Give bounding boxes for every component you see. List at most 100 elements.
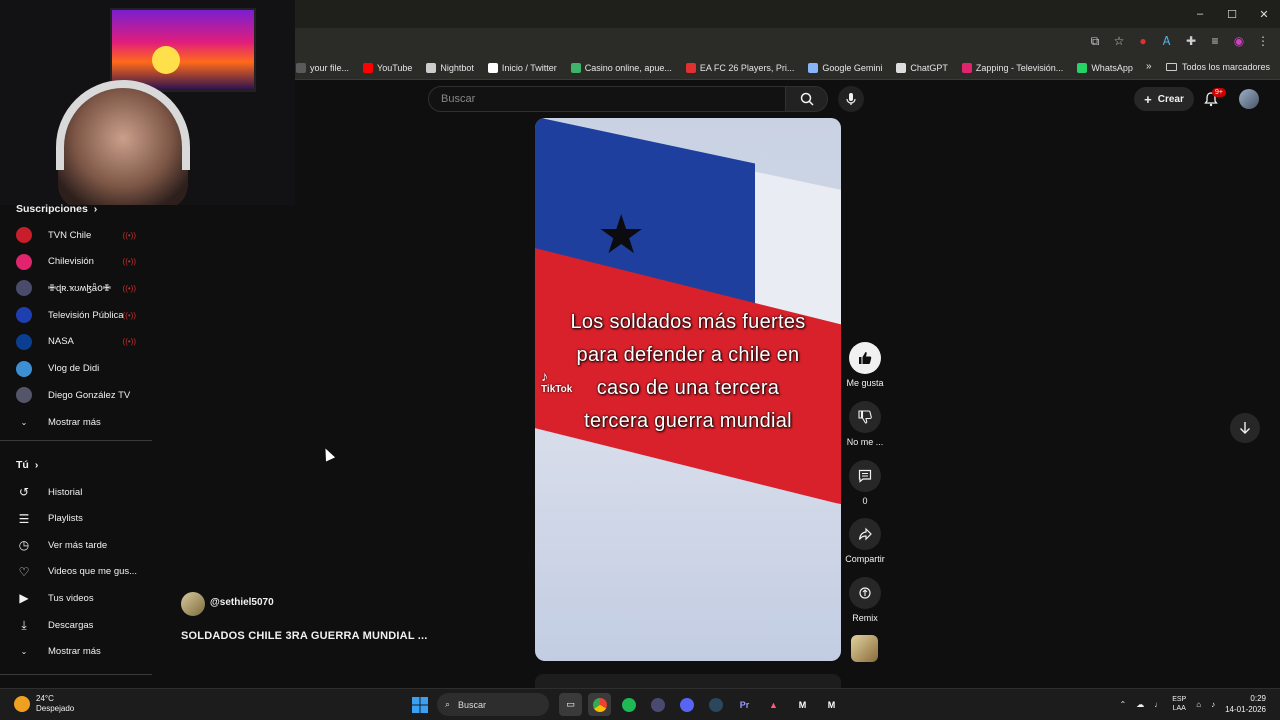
shorts-video-player[interactable]: ★ Los soldados más fuertes para defender … (535, 118, 841, 661)
account-avatar[interactable] (1239, 89, 1259, 109)
bookmarks-overflow-icon[interactable]: » (1146, 61, 1152, 72)
caption-line: para defender a chile en (576, 344, 800, 366)
premiere-pro-icon[interactable]: Pr (733, 693, 756, 716)
install-app-icon[interactable]: ⧉ (1086, 32, 1104, 50)
share-button[interactable] (849, 518, 881, 550)
folder-icon (1165, 63, 1177, 71)
weather-widget[interactable]: 24°C Despejado (14, 694, 74, 714)
search-button[interactable] (786, 86, 828, 112)
bookmark-item[interactable]: EA FC 26 Players, Pri... (685, 62, 794, 73)
live-indicator-icon: ((•)) (122, 283, 136, 293)
search-icon (800, 92, 814, 106)
all-bookmarks-folder[interactable]: Todos los marcadores (1165, 62, 1270, 72)
bookmark-item[interactable]: your file... (296, 62, 349, 73)
microphone-icon[interactable]: ♩ (1154, 700, 1162, 709)
clock[interactable]: 0:29 14-01-2026 (1225, 693, 1266, 715)
chevron-down-icon: ⌄ (20, 646, 28, 656)
wall-painting (110, 8, 256, 92)
app-m2-icon[interactable]: M (820, 693, 843, 716)
subscription-item[interactable]: TVN Chile ((•)) (16, 224, 150, 246)
you-header[interactable]: Tú › (16, 459, 38, 471)
voice-search-button[interactable] (838, 86, 864, 112)
tiktok-icon: ♪ (541, 368, 548, 384)
subscriptions-header[interactable]: Suscripciones › (16, 203, 97, 215)
headset (56, 80, 190, 170)
menu-kebab-icon[interactable]: ⋮ (1254, 32, 1272, 50)
tray-overflow-icon[interactable]: ⌃ (1120, 700, 1127, 709)
subscription-item[interactable]: NASA ((•)) (16, 331, 150, 353)
close-button[interactable]: ✕ (1248, 0, 1280, 28)
show-more-you[interactable]: ⌄ Mostrar más (16, 640, 150, 662)
sound-source-avatar[interactable] (851, 635, 878, 662)
subscription-item[interactable]: ✙ɖʀ.ҡʊʍɮǟօ✙ ((•)) (16, 277, 150, 299)
address-bar-icons: ⧉ ☆ ● Ꭺ ✚ ≡ ◉ ⋮ (1086, 32, 1272, 50)
bookmark-item[interactable]: Nightbot (426, 62, 474, 73)
windows-start-icon[interactable] (408, 693, 431, 716)
comments-button[interactable] (849, 460, 881, 492)
webcam-overlay (0, 0, 295, 205)
show-more-subscriptions[interactable]: ⌄ Mostrar más (16, 411, 150, 433)
mouse-cursor (320, 446, 336, 462)
bookmark-star-icon[interactable]: ☆ (1110, 32, 1128, 50)
app-m-icon[interactable]: M (791, 693, 814, 716)
steam-icon[interactable] (704, 693, 727, 716)
bookmark-item[interactable]: Inicio / Twitter (487, 62, 557, 73)
spotify-icon[interactable] (617, 693, 640, 716)
taskbar-search[interactable]: ⌕ Buscar (437, 693, 549, 716)
network-icon[interactable]: ⌂ (1196, 700, 1201, 709)
like-button[interactable] (849, 342, 881, 374)
translate-extension-icon[interactable]: Ꭺ (1158, 32, 1176, 50)
video-title[interactable]: SOLDADOS CHILE 3RA GUERRA MUNDIAL ... (181, 630, 428, 642)
bookmark-item[interactable]: Google Gemini (808, 62, 882, 73)
subscription-item[interactable]: Diego González TV (16, 384, 150, 406)
onedrive-icon[interactable]: ☁ (1136, 700, 1144, 709)
live-indicator-icon: ((•)) (122, 257, 136, 267)
bookmark-item[interactable]: WhatsApp (1077, 62, 1133, 73)
language-indicator[interactable]: ESP LAA (1172, 695, 1186, 713)
bookmark-item[interactable]: Casino online, apue... (570, 62, 672, 73)
dislike-button[interactable] (849, 401, 881, 433)
channel-avatar-icon (16, 253, 32, 270)
minimize-button[interactable]: – (1184, 0, 1216, 28)
search-input[interactable]: Buscar (428, 86, 786, 112)
subscription-item[interactable]: Chilevisión ((•)) (16, 251, 150, 273)
bookmark-item[interactable]: Zapping - Televisión... (961, 62, 1063, 73)
like-label: Me gusta (846, 378, 884, 388)
channel-avatar[interactable] (181, 592, 205, 616)
comment-icon (858, 469, 872, 483)
share-label: Compartir (845, 554, 885, 564)
bookmark-item[interactable]: ChatGPT (896, 62, 948, 73)
caption-line: caso de una tercera (596, 377, 780, 399)
extension-red-icon[interactable]: ● (1134, 32, 1152, 50)
search-icon: ⌕ (445, 699, 451, 709)
create-button[interactable]: + Crear (1134, 87, 1194, 111)
subscription-item[interactable]: Televisión Pública ((•)) (16, 304, 150, 326)
discord-icon[interactable] (675, 693, 698, 716)
comments-action: 0 (843, 460, 887, 506)
volume-icon[interactable]: ♪ (1211, 700, 1215, 709)
you-item[interactable]: ☰ Playlists (16, 508, 150, 530)
media-app-icon[interactable] (646, 693, 669, 716)
you-item[interactable]: ▶ Tus videos (16, 587, 150, 609)
file-explorer-icon[interactable]: ▭ (559, 693, 582, 716)
extensions-puzzle-icon[interactable]: ✚ (1182, 32, 1200, 50)
you-item[interactable]: ◷ Ver más tarde (16, 534, 150, 556)
bookmark-favicon-icon (487, 62, 498, 73)
next-short-button[interactable] (1230, 413, 1260, 443)
video-caption: Los soldados más fuertes para defender a … (535, 306, 841, 438)
live-indicator-icon: ((•)) (122, 230, 136, 240)
next-short-preview[interactable] (535, 674, 841, 688)
channel-avatar-icon (16, 360, 32, 377)
channel-name[interactable]: @sethiel5070 (210, 597, 274, 608)
maximize-button[interactable]: ☐ (1216, 0, 1248, 28)
remix-button[interactable] (849, 577, 881, 609)
arc-app-icon[interactable]: ▲ (762, 693, 785, 716)
bookmark-item[interactable]: YouTube (363, 62, 412, 73)
profile-icon[interactable]: ◉ (1230, 32, 1248, 50)
chrome-icon[interactable] (588, 693, 611, 716)
subscription-item[interactable]: Vlog de Didi (16, 358, 150, 380)
you-item[interactable]: ↺ Historial (16, 481, 150, 503)
you-item[interactable]: ♡ Videos que me gus... (16, 561, 150, 583)
media-controls-icon[interactable]: ≡ (1206, 32, 1224, 50)
you-item[interactable]: ⤓ Descargas (16, 614, 150, 636)
